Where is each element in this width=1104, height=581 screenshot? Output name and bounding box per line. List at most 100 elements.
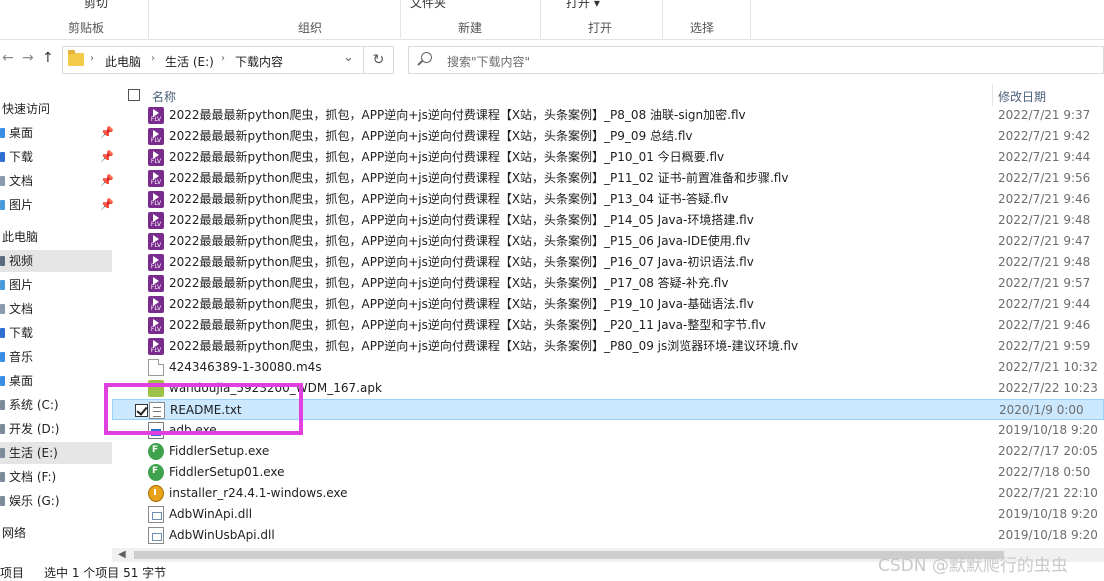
nav-item-drive-d[interactable]: 开发 (D:) — [0, 418, 112, 440]
organize-group-label: 组织 — [298, 21, 323, 35]
nav-item-documents[interactable]: 文档 📌 — [0, 170, 114, 192]
dll-file-icon — [148, 506, 164, 523]
nav-item-videos[interactable]: 视频 — [0, 250, 112, 272]
up-icon[interactable]: ↑ — [42, 50, 54, 66]
table-row[interactable]: adb.exe 2019/10/18 9:20 — [112, 420, 1104, 441]
nav-item-downloads[interactable]: 下载 📌 — [0, 146, 114, 168]
nav-item-pc-downloads[interactable]: 下载 — [0, 322, 112, 344]
table-row[interactable]: 2022最最最新python爬虫，抓包，APP逆向+js逆向付费课程【X站，头条… — [112, 315, 1104, 336]
ribbon-divider — [540, 0, 541, 38]
nav-item-drive-g[interactable]: 娱乐 (G:) — [0, 490, 112, 512]
table-row[interactable]: 2022最最最新python爬虫，抓包，APP逆向+js逆向付费课程【X站，头条… — [112, 252, 1104, 273]
ribbon-divider — [148, 0, 149, 38]
open-button[interactable]: 打开 ▾ — [566, 0, 600, 11]
table-row[interactable]: 2022最最最新python爬虫，抓包，APP逆向+js逆向付费课程【X站，头条… — [112, 147, 1104, 168]
file-date: 2022/7/21 9:48 — [998, 255, 1091, 269]
file-date: 2022/7/21 9:37 — [998, 108, 1091, 122]
nav-network[interactable]: 网络 — [0, 522, 112, 544]
drive-icon — [0, 472, 5, 482]
document-icon — [0, 176, 5, 186]
nav-item-pc-desktop[interactable]: 桌面 — [0, 370, 112, 392]
file-date: 2019/10/18 9:20 — [998, 507, 1098, 521]
nav-item-desktop[interactable]: 桌面 📌 — [0, 122, 114, 144]
nav-item-music[interactable]: 音乐 — [0, 346, 112, 368]
nav-item-pc-pictures[interactable]: 图片 — [0, 274, 112, 296]
nav-this-pc[interactable]: 此电脑 — [0, 226, 112, 248]
nav-item-drive-e[interactable]: 生活 (E:) — [0, 442, 112, 464]
table-row[interactable]: wandoujia_5923200_WDM_167.apk 2022/7/22 1… — [112, 378, 1104, 399]
cut-button[interactable]: 剪切 — [84, 0, 108, 11]
drive-icon — [0, 448, 5, 458]
file-name: 2022最最最新python爬虫，抓包，APP逆向+js逆向付费课程【X站，头条… — [169, 129, 693, 143]
table-row[interactable]: installer_r24.4.1-windows.exe 2022/7/21 2… — [112, 483, 1104, 504]
table-row[interactable]: AdbWinApi.dll 2019/10/18 9:20 — [112, 504, 1104, 525]
table-row[interactable]: AdbWinUsbApi.dll 2019/10/18 9:20 — [112, 525, 1104, 546]
back-icon[interactable]: ← — [2, 50, 14, 66]
row-checkbox[interactable] — [135, 404, 148, 417]
scrollbar-thumb[interactable] — [134, 551, 1004, 559]
breadcrumb-drive-e[interactable]: 生活 (E:) — [165, 53, 214, 70]
refresh-button[interactable]: ↻ — [364, 46, 394, 74]
download-icon — [0, 152, 5, 162]
file-date: 2022/7/21 9:59 — [998, 339, 1091, 353]
scroll-left-icon[interactable]: ◀ — [118, 549, 126, 560]
chevron-down-icon[interactable]: ⌄ — [343, 50, 354, 65]
table-row[interactable]: 2022最最最新python爬虫，抓包，APP逆向+js逆向付费课程【X站，头条… — [112, 231, 1104, 252]
table-row[interactable]: 2022最最最新python爬虫，抓包，APP逆向+js逆向付费课程【X站，头条… — [112, 336, 1104, 357]
table-row[interactable]: 424346389-1-30080.m4s 2022/7/21 10:32 — [112, 357, 1104, 378]
txt-file-icon — [149, 402, 165, 419]
search-icon — [421, 52, 432, 63]
status-selection: 选中 1 个项目 51 字节 — [44, 566, 167, 580]
navigation-pane: 快速访问 桌面 📌 下载 📌 文档 📌 图片 📌 此电脑 视频 图片 文档 下载 音乐 … — [0, 84, 114, 562]
open-group-label: 打开 — [588, 21, 613, 35]
table-row[interactable]: README.txt 2020/1/9 0:00 — [112, 399, 1104, 420]
file-name: README.txt — [170, 403, 242, 417]
document-icon — [0, 304, 5, 314]
breadcrumb-downloads[interactable]: 下载内容 — [235, 53, 283, 70]
picture-icon — [0, 280, 5, 290]
nav-item-drive-c[interactable]: 系统 (C:) — [0, 394, 112, 416]
table-row[interactable]: 2022最最最新python爬虫，抓包，APP逆向+js逆向付费课程【X站，头条… — [112, 126, 1104, 147]
select-all-checkbox[interactable] — [128, 89, 140, 101]
ribbon: 剪切 剪贴板 组织 文件夹 新建 打开 ▾ 打开 选择 — [0, 0, 1104, 40]
nav-quick-access[interactable]: 快速访问 — [0, 98, 112, 120]
address-bar[interactable]: › 此电脑 › 生活 (E:) › 下载内容 ⌄ — [62, 46, 364, 74]
forward-icon[interactable]: → — [22, 50, 34, 66]
file-date: 2022/7/21 9:47 — [998, 234, 1091, 248]
column-divider[interactable] — [992, 84, 993, 106]
music-icon — [0, 352, 5, 362]
table-row[interactable]: FiddlerSetup.exe 2022/7/17 20:05 — [112, 441, 1104, 462]
inst-file-icon — [148, 485, 164, 502]
flv-file-icon — [148, 149, 164, 166]
table-row[interactable]: FiddlerSetup01.exe 2022/7/18 0:50 — [112, 462, 1104, 483]
table-row[interactable]: 2022最最最新python爬虫，抓包，APP逆向+js逆向付费课程【X站，头条… — [112, 189, 1104, 210]
file-date: 2022/7/21 9:42 — [998, 129, 1091, 143]
file-name: 2022最最最新python爬虫，抓包，APP逆向+js逆向付费课程【X站，头条… — [169, 150, 725, 164]
table-row[interactable]: 2022最最最新python爬虫，抓包，APP逆向+js逆向付费课程【X站，头条… — [112, 105, 1104, 126]
nav-item-pictures[interactable]: 图片 📌 — [0, 194, 114, 216]
file-date: 2022/7/21 9:46 — [998, 192, 1091, 206]
table-row[interactable]: 2022最最最新python爬虫，抓包，APP逆向+js逆向付费课程【X站，头条… — [112, 168, 1104, 189]
nav-item-drive-f[interactable]: 文档 (F:) — [0, 466, 112, 488]
file-date: 2020/1/9 0:00 — [999, 403, 1084, 417]
table-row[interactable]: 2022最最最新python爬虫，抓包，APP逆向+js逆向付费课程【X站，头条… — [112, 294, 1104, 315]
drive-icon — [0, 400, 5, 410]
file-name: 2022最最最新python爬虫，抓包，APP逆向+js逆向付费课程【X站，头条… — [169, 276, 729, 290]
flv-file-icon — [148, 128, 164, 145]
new-folder-button[interactable]: 文件夹 — [410, 0, 446, 11]
file-date: 2022/7/21 9:57 — [998, 276, 1091, 290]
column-date[interactable]: 修改日期 — [998, 88, 1046, 105]
table-row[interactable]: 2022最最最新python爬虫，抓包，APP逆向+js逆向付费课程【X站，头条… — [112, 210, 1104, 231]
download-icon — [0, 328, 5, 338]
file-date: 2022/7/21 22:10 — [998, 486, 1098, 500]
nav-item-pc-documents[interactable]: 文档 — [0, 298, 112, 320]
breadcrumb-this-pc[interactable]: 此电脑 — [105, 53, 141, 70]
file-date: 2022/7/21 9:56 — [998, 171, 1091, 185]
file-name: FiddlerSetup.exe — [169, 444, 270, 458]
column-name[interactable]: 名称 — [152, 88, 176, 105]
table-row[interactable]: 2022最最最新python爬虫，抓包，APP逆向+js逆向付费课程【X站，头条… — [112, 273, 1104, 294]
search-input[interactable]: 搜索"下载内容" — [408, 46, 1104, 74]
desktop-icon — [0, 376, 5, 386]
file-name: 2022最最最新python爬虫，抓包，APP逆向+js逆向付费课程【X站，头条… — [169, 192, 729, 206]
ribbon-divider — [400, 0, 401, 38]
